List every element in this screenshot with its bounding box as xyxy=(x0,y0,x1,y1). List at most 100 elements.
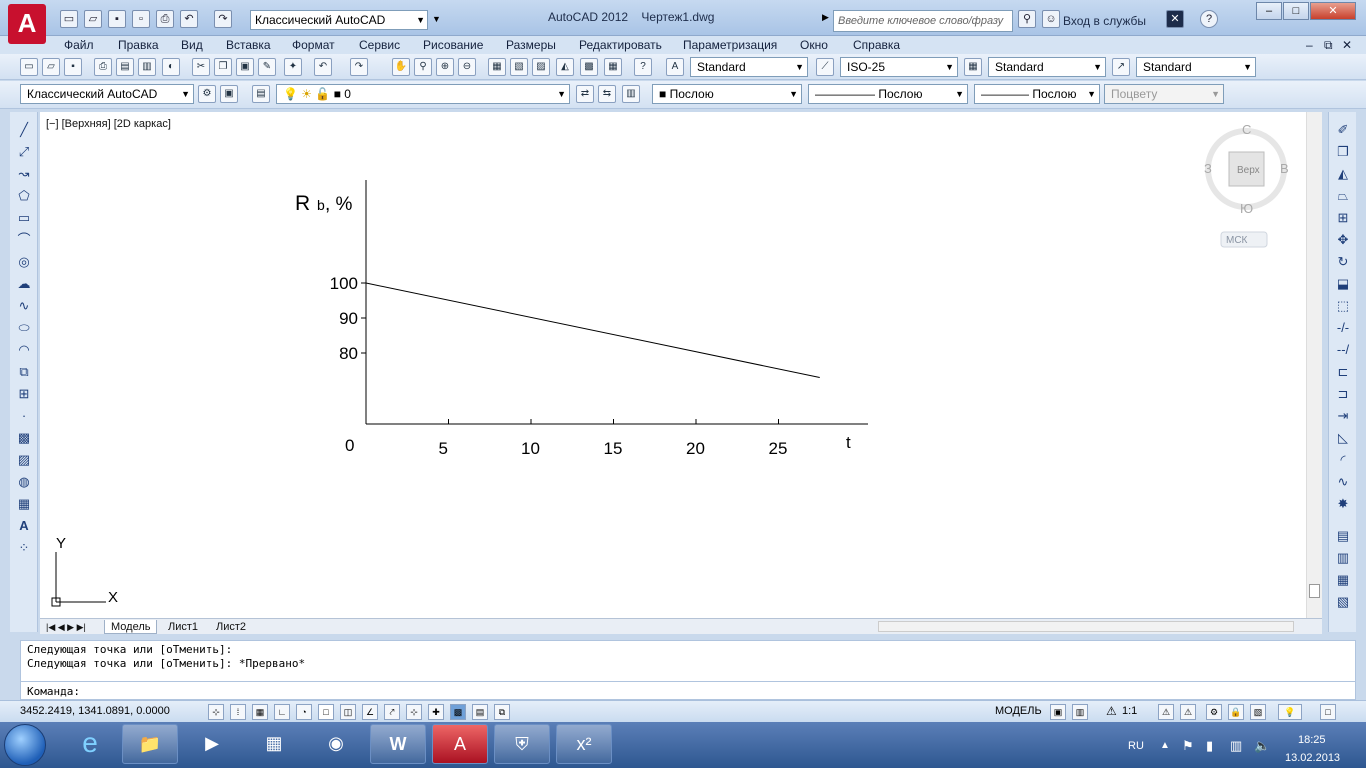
tab-nav-arrows-icon[interactable]: |◀ ◀ ▶ ▶| xyxy=(40,620,92,634)
quick-access-menu-icon[interactable]: ▼ xyxy=(432,14,441,24)
clock-time[interactable]: 18:25 xyxy=(1298,734,1326,746)
make-current-icon[interactable]: ⇄ xyxy=(576,85,594,103)
language-indicator[interactable]: RU xyxy=(1128,740,1144,752)
ellipse-arc-icon[interactable]: ◠ xyxy=(14,340,34,360)
open-file-icon[interactable]: ▱ xyxy=(84,10,102,28)
security-shield-icon[interactable]: ⛨ xyxy=(494,724,550,764)
multiline-text-icon[interactable]: A xyxy=(14,516,34,536)
pan-icon[interactable]: ✋ xyxy=(392,58,410,76)
scroll-thumb[interactable] xyxy=(1309,584,1320,598)
zoom-previous-icon[interactable]: ⊖ xyxy=(458,58,476,76)
send-under-icon[interactable]: ▧ xyxy=(1333,592,1353,612)
block-editor-icon[interactable]: ✦ xyxy=(284,58,302,76)
menu-window[interactable]: Окно xyxy=(800,38,828,52)
trim-icon[interactable]: -/- xyxy=(1333,318,1353,338)
menu-draw[interactable]: Рисование xyxy=(423,38,483,52)
break-at-point-icon[interactable]: ⊏ xyxy=(1333,362,1353,382)
menu-modify[interactable]: Редактировать xyxy=(579,38,662,52)
new-file-icon[interactable]: ▭ xyxy=(60,10,78,28)
markup-icon[interactable]: ▩ xyxy=(580,58,598,76)
properties-icon[interactable]: ▦ xyxy=(488,58,506,76)
redo-icon[interactable]: ↷ xyxy=(350,58,368,76)
snap-mode-icon[interactable]: ⁞ xyxy=(230,704,246,720)
annotation-visibility-icon[interactable]: ⚠ xyxy=(1158,704,1174,720)
binoculars-icon[interactable]: ⚲ xyxy=(1018,10,1036,28)
plot-icon[interactable]: ⎙ xyxy=(94,58,112,76)
sheet-set-icon[interactable]: ◭ xyxy=(556,58,574,76)
help-icon[interactable]: ? xyxy=(1200,10,1218,28)
isolate-objects-icon[interactable]: 💡 xyxy=(1278,704,1302,720)
break-icon[interactable]: ⊐ xyxy=(1333,384,1353,404)
undo-icon[interactable]: ↶ xyxy=(180,10,198,28)
quick-view-layouts-icon[interactable]: ▣ xyxy=(1050,704,1066,720)
menu-dimension[interactable]: Размеры xyxy=(506,38,556,52)
3d-object-snap-icon[interactable]: ◫ xyxy=(340,704,356,720)
exchange-icon[interactable]: ✕ xyxy=(1166,10,1184,28)
word-icon[interactable]: W xyxy=(370,724,426,764)
calculator-icon[interactable]: ▦ xyxy=(604,58,622,76)
preview-icon[interactable]: ▤ xyxy=(116,58,134,76)
open-icon[interactable]: ▱ xyxy=(42,58,60,76)
annotation-scale-value[interactable]: 1:1 xyxy=(1122,705,1137,717)
network-icon[interactable]: ▥ xyxy=(1230,738,1242,754)
linetype-combo[interactable]: ————— Послою ▼ xyxy=(808,84,968,104)
coordinates-readout[interactable]: 3452.2419, 1341.0891, 0.0000 xyxy=(20,705,170,717)
gradient-icon[interactable]: ▨ xyxy=(14,450,34,470)
blend-curves-icon[interactable]: ∿ xyxy=(1333,472,1353,492)
auto-scale-icon[interactable]: ⚠ xyxy=(1180,704,1196,720)
print-icon[interactable]: ⎙ xyxy=(156,10,174,28)
viewcube-north[interactable]: С xyxy=(1242,122,1251,137)
menu-help[interactable]: Справка xyxy=(853,38,900,52)
save-as-icon[interactable]: ▫ xyxy=(132,10,150,28)
tab-model[interactable]: Модель xyxy=(104,620,158,634)
grid-display-icon[interactable]: ▦ xyxy=(252,704,268,720)
offset-icon[interactable]: ⏢ xyxy=(1333,186,1353,206)
model-space-toggle[interactable]: МОДЕЛЬ xyxy=(995,705,1042,717)
hardware-acceleration-icon[interactable]: ▧ xyxy=(1250,704,1266,720)
copy-icon[interactable]: ❐ xyxy=(214,58,232,76)
3d-print-icon[interactable]: ◐ xyxy=(162,58,180,76)
search-input[interactable]: Введите ключевое слово/фразу xyxy=(833,10,1013,32)
menu-edit[interactable]: Правка xyxy=(118,38,159,52)
make-block-icon[interactable]: ⊞ xyxy=(14,384,34,404)
color-combo[interactable]: ■ Послою ▼ xyxy=(652,84,802,104)
hatch-icon[interactable]: ▩ xyxy=(14,428,34,448)
action-center-icon[interactable]: ⚑ xyxy=(1182,738,1194,754)
autocad-logo-icon[interactable]: A xyxy=(8,4,46,44)
bring-above-icon[interactable]: ▦ xyxy=(1333,570,1353,590)
zoom-realtime-icon[interactable]: ⚲ xyxy=(414,58,432,76)
annotation-scale-icon[interactable]: ⚠ xyxy=(1106,704,1117,718)
doc-minimize-icon[interactable]: – xyxy=(1306,38,1313,52)
chamfer-icon[interactable]: ◺ xyxy=(1333,428,1353,448)
command-prompt[interactable]: Команда: xyxy=(27,685,80,698)
join-icon[interactable]: ⇥ xyxy=(1333,406,1353,426)
dynamic-input-icon[interactable]: ⊹ xyxy=(406,704,422,720)
selection-cycling-icon[interactable]: ⧉ xyxy=(494,704,510,720)
viewcube-east[interactable]: В xyxy=(1280,161,1289,176)
layer-manager-icon[interactable]: ▤ xyxy=(252,85,270,103)
tab-sheet2[interactable]: Лист2 xyxy=(210,620,252,634)
user-icon[interactable]: ☺ xyxy=(1042,10,1060,28)
copy-object-icon[interactable]: ❐ xyxy=(1333,142,1353,162)
revision-cloud-icon[interactable]: ☁ xyxy=(14,274,34,294)
menu-parametric[interactable]: Параметризация xyxy=(683,38,777,52)
clock-date[interactable]: 13.02.2013 xyxy=(1285,752,1340,764)
region-icon[interactable]: ◍ xyxy=(14,472,34,492)
login-label[interactable]: Вход в службы xyxy=(1063,14,1146,28)
workspace-settings-icon[interactable]: ⚙ xyxy=(198,85,216,103)
doc-close-icon[interactable]: ✕ xyxy=(1342,38,1352,52)
help-icon[interactable]: ? xyxy=(634,58,652,76)
object-snap-tracking-icon[interactable]: ∠ xyxy=(362,704,378,720)
transparency-icon[interactable]: ▩ xyxy=(450,704,466,720)
stretch-icon[interactable]: ⬚ xyxy=(1333,296,1353,316)
text-style-combo[interactable]: Standard ▼ xyxy=(690,57,808,77)
layer-combo[interactable]: 💡 ☀ 🔓 ■ 0 ▼ xyxy=(276,84,570,104)
expand-search-icon[interactable]: ▶ xyxy=(822,12,829,23)
menu-insert[interactable]: Вставка xyxy=(226,38,271,52)
menu-tools[interactable]: Сервис xyxy=(359,38,400,52)
rotate-icon[interactable]: ↻ xyxy=(1333,252,1353,272)
polyline-icon[interactable]: ↝ xyxy=(14,164,34,184)
design-center-icon[interactable]: ▧ xyxy=(510,58,528,76)
explode-icon[interactable]: ✸ xyxy=(1333,494,1353,514)
qnew-icon[interactable]: ▭ xyxy=(20,58,38,76)
